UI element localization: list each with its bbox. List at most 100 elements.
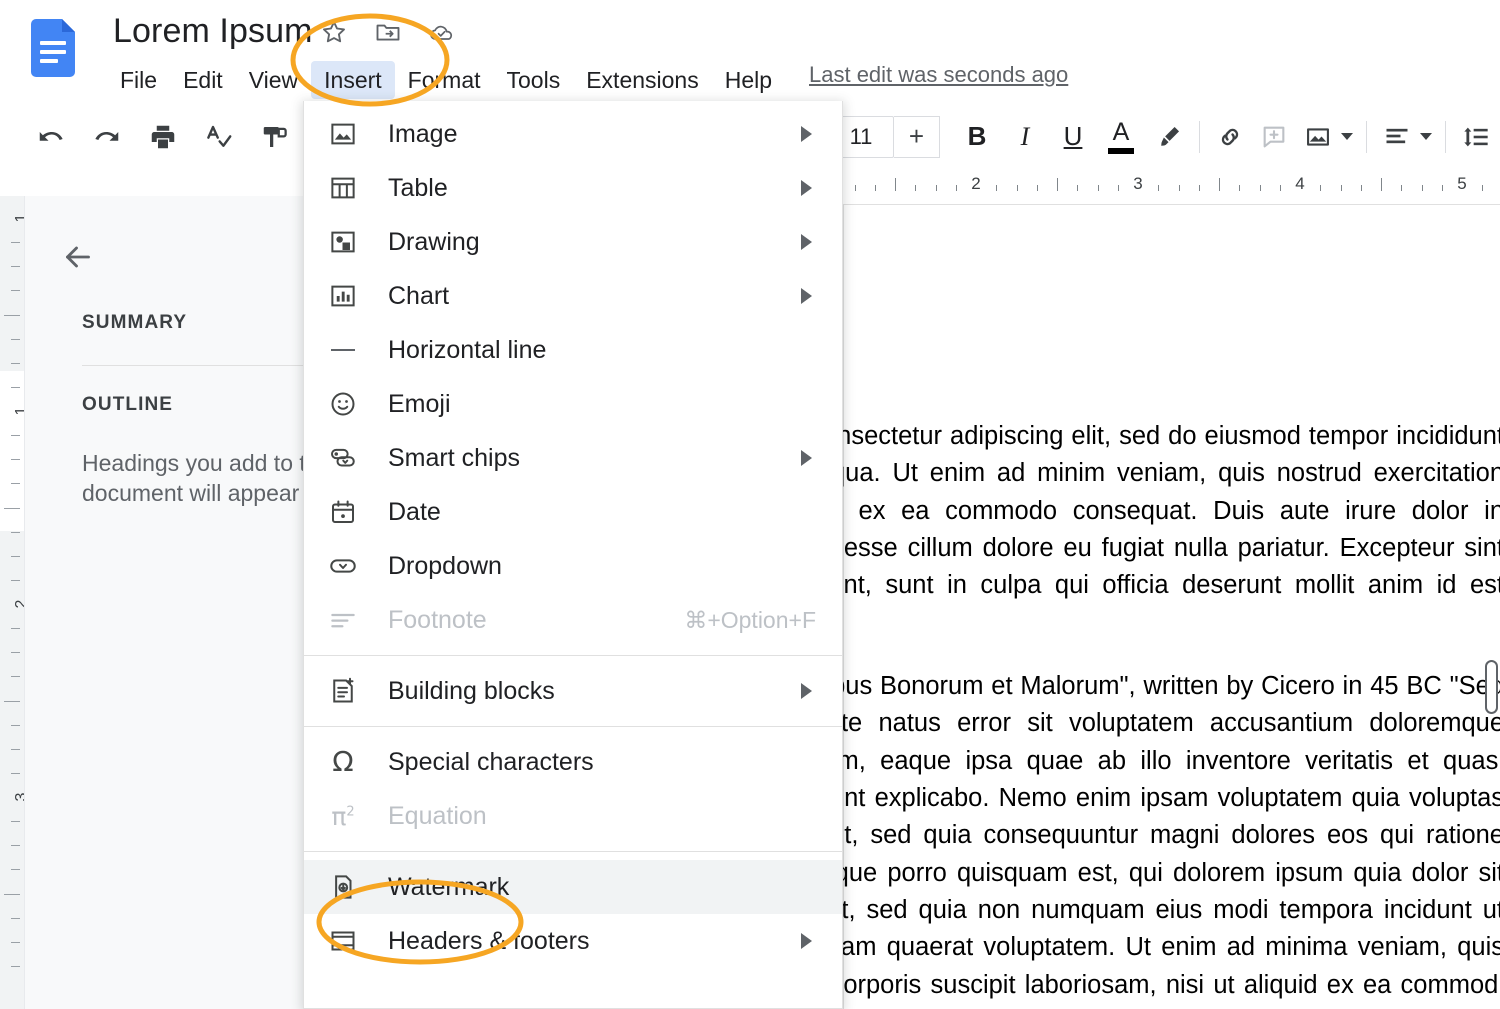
- menu-help[interactable]: Help: [712, 61, 785, 100]
- insert-image-button[interactable]: [1301, 120, 1335, 154]
- cloud-saved-icon[interactable]: [428, 18, 456, 46]
- toolbar-divider-3: [1445, 121, 1446, 153]
- menu-insert[interactable]: Insert: [311, 61, 395, 100]
- ruler-tick: [1482, 185, 1483, 191]
- emoji-icon: [326, 387, 360, 421]
- align-button[interactable]: [1380, 120, 1414, 154]
- ruler-tick: [1219, 178, 1220, 191]
- highlight-color-button[interactable]: [1152, 120, 1186, 154]
- summary-heading: SUMMARY: [82, 312, 187, 334]
- ruler-tick: [4, 508, 20, 509]
- redo-icon[interactable]: [90, 120, 124, 154]
- insert-link-button[interactable]: [1213, 120, 1247, 154]
- ruler-tick: [11, 266, 20, 267]
- omega-icon: Ω: [326, 745, 360, 779]
- menu-item-label: Emoji: [388, 390, 451, 419]
- print-icon[interactable]: [146, 120, 180, 154]
- ruler-tick: [1239, 185, 1240, 191]
- horizontal-ruler[interactable]: 2345: [830, 168, 1500, 205]
- ruler-tick: [4, 701, 20, 702]
- menu-edit[interactable]: Edit: [170, 61, 236, 100]
- menu-item-date[interactable]: Date: [304, 485, 842, 539]
- move-to-folder-icon[interactable]: [374, 18, 402, 46]
- calendar-icon: [326, 495, 360, 529]
- menu-format[interactable]: Format: [395, 61, 494, 100]
- ruler-tick: [11, 725, 20, 726]
- ruler-tick: [996, 185, 997, 191]
- document-text[interactable]: Lorem ipsum dolor sit amet, consectetur …: [830, 418, 1500, 1009]
- chart-icon: [326, 279, 360, 313]
- ruler-tick: [11, 652, 20, 653]
- back-arrow-icon[interactable]: [55, 234, 101, 280]
- ruler-tick: [11, 749, 20, 750]
- ruler-tick: [11, 942, 20, 943]
- watermark-icon: [326, 870, 360, 904]
- menu-item-table[interactable]: Table: [304, 161, 842, 215]
- menu-tools[interactable]: Tools: [494, 61, 574, 100]
- ruler-tick: [11, 918, 20, 919]
- insert-image-chevron-down-icon[interactable]: [1341, 133, 1353, 140]
- footnote-icon: [326, 603, 360, 637]
- toolbar-divider-2: [1366, 121, 1367, 153]
- ruler-tick: [1422, 185, 1423, 191]
- menu-view[interactable]: View: [236, 61, 311, 100]
- menu-extensions[interactable]: Extensions: [573, 61, 712, 100]
- ruler-tick: [11, 290, 20, 291]
- underline-button[interactable]: U: [1056, 120, 1090, 154]
- google-docs-window: Lorem Ipsum File Edi: [0, 0, 1500, 1009]
- ruler-tick: [11, 580, 20, 581]
- menu-item-label: Equation: [388, 802, 487, 831]
- menu-bar: File Edit View Insert Format Tools Exten…: [107, 60, 785, 100]
- menu-item-label: Special characters: [388, 748, 594, 777]
- document-page[interactable]: Lorem ipsum dolor sit amet, consectetur …: [844, 205, 1500, 1009]
- menu-item-building-blocks[interactable]: Building blocks: [304, 664, 842, 718]
- equation-icon: π2: [326, 799, 360, 833]
- menu-item-horizontal-line[interactable]: Horizontal line: [304, 323, 842, 377]
- undo-icon[interactable]: [34, 120, 68, 154]
- smart-chips-icon: [326, 441, 360, 475]
- google-docs-icon[interactable]: [31, 19, 75, 77]
- horizontal-line-icon: [326, 333, 360, 367]
- menu-item-label: Table: [388, 174, 448, 203]
- ruler-tick: [1057, 178, 1058, 191]
- menu-item-label: Image: [388, 120, 457, 149]
- menu-item-watermark[interactable]: Watermark: [304, 860, 842, 914]
- italic-button[interactable]: I: [1008, 120, 1042, 154]
- menu-file[interactable]: File: [107, 61, 170, 100]
- document-canvas[interactable]: Lorem ipsum dolor sit amet, consectetur …: [830, 205, 1500, 1009]
- menu-item-label: Smart chips: [388, 444, 520, 473]
- ruler-tick: [11, 483, 20, 484]
- menu-item-label: Headers & footers: [388, 927, 590, 956]
- paint-format-icon[interactable]: [258, 120, 292, 154]
- text-color-label: A: [1113, 120, 1130, 145]
- dropdown-icon: [326, 549, 360, 583]
- align-chevron-down-icon[interactable]: [1420, 133, 1432, 140]
- star-icon[interactable]: [320, 18, 348, 46]
- menu-item-headers-footers[interactable]: Headers & footers: [304, 914, 842, 968]
- vertical-scrollbar-thumb[interactable]: [1485, 660, 1498, 714]
- add-comment-button[interactable]: [1257, 120, 1291, 154]
- ruler-tick: [1260, 185, 1261, 191]
- menu-item-dropdown[interactable]: Dropdown: [304, 539, 842, 593]
- ruler-number: 2: [13, 600, 24, 609]
- last-edit-status[interactable]: Last edit was seconds ago: [809, 62, 1068, 88]
- menu-item-emoji[interactable]: Emoji: [304, 377, 842, 431]
- menu-item-special-characters[interactable]: Ω Special characters: [304, 735, 842, 789]
- line-spacing-button[interactable]: [1459, 120, 1493, 154]
- bold-button[interactable]: B: [960, 120, 994, 154]
- increase-font-size-button[interactable]: +: [894, 116, 940, 158]
- submenu-arrow-icon: [801, 234, 812, 250]
- menu-item-smart-chips[interactable]: Smart chips: [304, 431, 842, 485]
- drawing-icon: [326, 225, 360, 259]
- menu-item-drawing[interactable]: Drawing: [304, 215, 842, 269]
- text-color-button[interactable]: A: [1104, 120, 1138, 154]
- insert-menu-popup[interactable]: Image Table DrawingChartHorizontal line Emo…: [303, 101, 843, 1009]
- spelling-check-icon[interactable]: [202, 120, 236, 154]
- menu-item-chart[interactable]: Chart: [304, 269, 842, 323]
- menu-item-image[interactable]: Image: [304, 107, 842, 161]
- ruler-tick: [875, 185, 876, 191]
- document-title[interactable]: Lorem Ipsum: [113, 12, 313, 51]
- bold-label: B: [968, 121, 987, 152]
- vertical-ruler[interactable]: 1123: [0, 196, 24, 1009]
- paragraph: Lorem ipsum dolor sit amet, consectetur …: [830, 418, 1500, 642]
